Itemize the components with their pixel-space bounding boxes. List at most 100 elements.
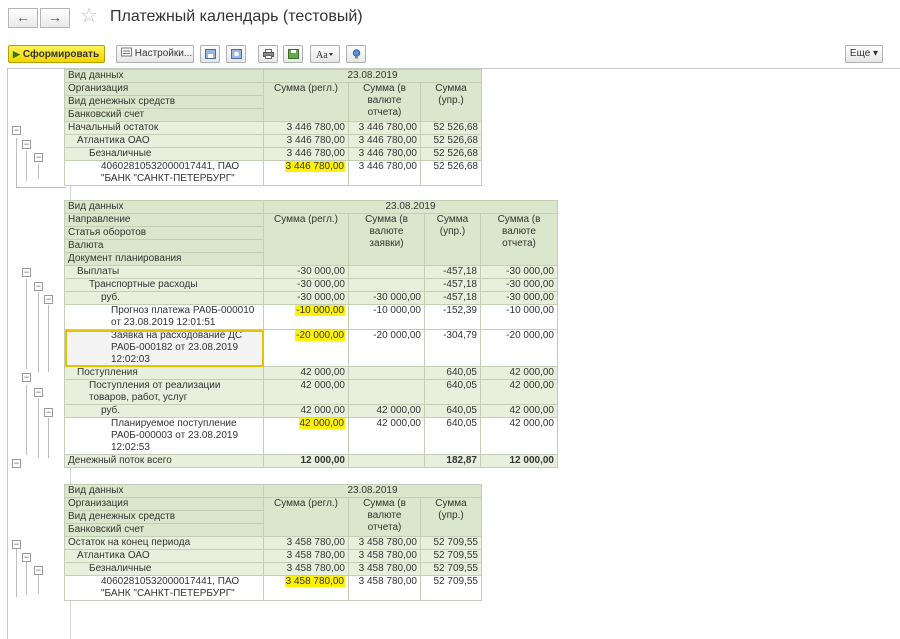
collapse-toggle-icon[interactable]: − xyxy=(34,153,43,162)
cell-value[interactable] xyxy=(348,379,425,405)
cell-value[interactable]: 42 000,00 xyxy=(480,379,558,405)
cell-value[interactable]: -152,39 xyxy=(424,304,481,330)
collapse-toggle-icon[interactable]: − xyxy=(12,459,21,468)
cell-value[interactable]: 3 446 780,00 xyxy=(348,160,421,186)
total-row-label[interactable]: Денежный поток всего xyxy=(64,454,264,468)
collapse-toggle-icon[interactable]: − xyxy=(12,126,21,135)
cell-value[interactable]: -30 000,00 xyxy=(480,291,558,305)
cell-value[interactable]: 52 526,68 xyxy=(420,147,482,161)
row-label[interactable]: Планируемое поступление РА0Б-000003 от 2… xyxy=(64,417,264,455)
total-value[interactable]: 12 000,00 xyxy=(480,454,558,468)
cell-value[interactable]: -10 000,00 xyxy=(480,304,558,330)
row-label[interactable]: руб. xyxy=(64,404,264,418)
collapse-toggle-icon[interactable]: − xyxy=(12,540,21,549)
cell-value[interactable]: 42 000,00 xyxy=(480,404,558,418)
cell-value[interactable]: -30 000,00 xyxy=(263,265,349,279)
cell-value[interactable]: 42 000,00 xyxy=(263,404,349,418)
cell-value[interactable]: 3 458 780,00 xyxy=(348,536,421,550)
report-sheet[interactable]: − − − − − − − − − − − − − Вид данных 23.… xyxy=(7,68,900,639)
collapse-toggle-icon[interactable]: − xyxy=(22,373,31,382)
cell-value[interactable]: -30 000,00 xyxy=(480,265,558,279)
cell-value[interactable]: 3 446 780,00 xyxy=(348,121,421,135)
cell-value[interactable]: 3 458 780,00 xyxy=(348,575,421,601)
cell-value[interactable]: -457,18 xyxy=(424,291,481,305)
row-label[interactable]: 40602810532000017441, ПАО "БАНК "САНКТ-П… xyxy=(64,160,264,186)
cell-value[interactable]: 52 526,68 xyxy=(420,160,482,186)
back-button[interactable]: ← xyxy=(8,8,38,28)
cell-value[interactable]: 3 458 780,00 xyxy=(263,549,349,563)
forward-button[interactable]: → xyxy=(40,8,70,28)
settings-button[interactable]: Настройки... xyxy=(116,45,194,63)
row-label[interactable]: Прогноз платежа РА0Б-000010 от 23.08.201… xyxy=(64,304,264,330)
cell-value[interactable]: 52 526,68 xyxy=(420,121,482,135)
font-dropdown-button[interactable]: Aa xyxy=(310,45,340,63)
cell-value[interactable]: -20 000,00 xyxy=(348,329,425,367)
cell-value[interactable]: 42 000,00 xyxy=(263,379,349,405)
cell-value[interactable]: 52 709,55 xyxy=(420,536,482,550)
collapse-toggle-icon[interactable]: − xyxy=(22,268,31,277)
total-value[interactable]: 182,87 xyxy=(424,454,481,468)
row-label[interactable]: Атлантика ОАО xyxy=(64,549,264,563)
cell-value[interactable]: 42 000,00 xyxy=(348,417,425,455)
row-label[interactable]: Начальный остаток xyxy=(64,121,264,135)
cell-value[interactable] xyxy=(348,265,425,279)
row-label[interactable]: 40602810532000017441, ПАО "БАНК "САНКТ-П… xyxy=(64,575,264,601)
cell-value[interactable]: 3 446 780,00 xyxy=(263,121,349,135)
collapse-toggle-icon[interactable]: − xyxy=(34,388,43,397)
collapse-toggle-icon[interactable]: − xyxy=(34,282,43,291)
save-file-button[interactable] xyxy=(283,45,303,63)
row-label[interactable]: Остаток на конец периода xyxy=(64,536,264,550)
row-label[interactable]: Безналичные xyxy=(64,147,264,161)
variant-load-button[interactable] xyxy=(226,45,246,63)
collapse-toggle-icon[interactable]: − xyxy=(22,553,31,562)
row-label[interactable]: Транспортные расходы xyxy=(64,278,264,292)
cell-value[interactable]: 52 709,55 xyxy=(420,549,482,563)
print-button[interactable] xyxy=(258,45,278,63)
total-value[interactable]: 12 000,00 xyxy=(263,454,349,468)
cell-value[interactable]: -30 000,00 xyxy=(263,278,349,292)
cell-value[interactable]: 640,05 xyxy=(424,417,481,455)
cell-value[interactable]: 3 458 780,00 xyxy=(263,562,349,576)
cell-value[interactable]: 640,05 xyxy=(424,379,481,405)
cell-value[interactable]: 640,05 xyxy=(424,404,481,418)
cell-value[interactable]: -20 000,00 xyxy=(480,329,558,367)
cell-value[interactable]: 3 446 780,00 xyxy=(263,134,349,148)
row-label-selected[interactable]: Заявка на расходование ДС РА0Б-000182 от… xyxy=(64,329,264,367)
generate-button[interactable]: ▶ Сформировать xyxy=(8,45,105,63)
cell-value[interactable]: 640,05 xyxy=(424,366,481,380)
cell-value[interactable]: 3 446 780,00 xyxy=(263,147,349,161)
cell-value[interactable]: -30 000,00 xyxy=(480,278,558,292)
row-label[interactable]: Атлантика ОАО xyxy=(64,134,264,148)
collapse-toggle-icon[interactable]: − xyxy=(34,566,43,575)
cell-value[interactable]: 42 000,00 xyxy=(480,366,558,380)
cell-value[interactable]: 42 000,00 xyxy=(480,417,558,455)
cell-value[interactable]: 3 458 780,00 xyxy=(348,549,421,563)
cell-value[interactable]: -30 000,00 xyxy=(348,291,425,305)
favorite-star-icon[interactable]: ☆ xyxy=(80,6,98,26)
cell-value-highlighted[interactable]: 42 000,00 xyxy=(263,417,349,455)
cell-value-highlighted[interactable]: -20 000,00 xyxy=(263,329,349,367)
cell-value[interactable]: 3 458 780,00 xyxy=(263,536,349,550)
cell-value[interactable]: 52 709,55 xyxy=(420,575,482,601)
cell-value[interactable]: 3 458 780,00 xyxy=(348,562,421,576)
collapse-toggle-icon[interactable]: − xyxy=(44,408,53,417)
cell-value[interactable]: 3 446 780,00 xyxy=(348,147,421,161)
cell-value[interactable]: -457,18 xyxy=(424,278,481,292)
cell-value[interactable]: -304,79 xyxy=(424,329,481,367)
cell-value[interactable]: -457,18 xyxy=(424,265,481,279)
cell-value[interactable]: 52 709,55 xyxy=(420,562,482,576)
cell-value[interactable]: 42 000,00 xyxy=(348,404,425,418)
collapse-toggle-icon[interactable]: − xyxy=(44,295,53,304)
row-label[interactable]: Поступления xyxy=(64,366,264,380)
variant-save-button[interactable] xyxy=(200,45,220,63)
more-button[interactable]: Еще ▾ xyxy=(845,45,883,63)
cell-value[interactable]: 42 000,00 xyxy=(263,366,349,380)
cell-value[interactable]: 3 446 780,00 xyxy=(348,134,421,148)
row-label[interactable]: Выплаты xyxy=(64,265,264,279)
row-label[interactable]: Поступления от реализации товаров, работ… xyxy=(64,379,264,405)
row-label[interactable]: руб. xyxy=(64,291,264,305)
cell-value[interactable]: -30 000,00 xyxy=(263,291,349,305)
total-value[interactable] xyxy=(348,454,425,468)
cell-value[interactable]: -10 000,00 xyxy=(348,304,425,330)
row-label[interactable]: Безналичные xyxy=(64,562,264,576)
